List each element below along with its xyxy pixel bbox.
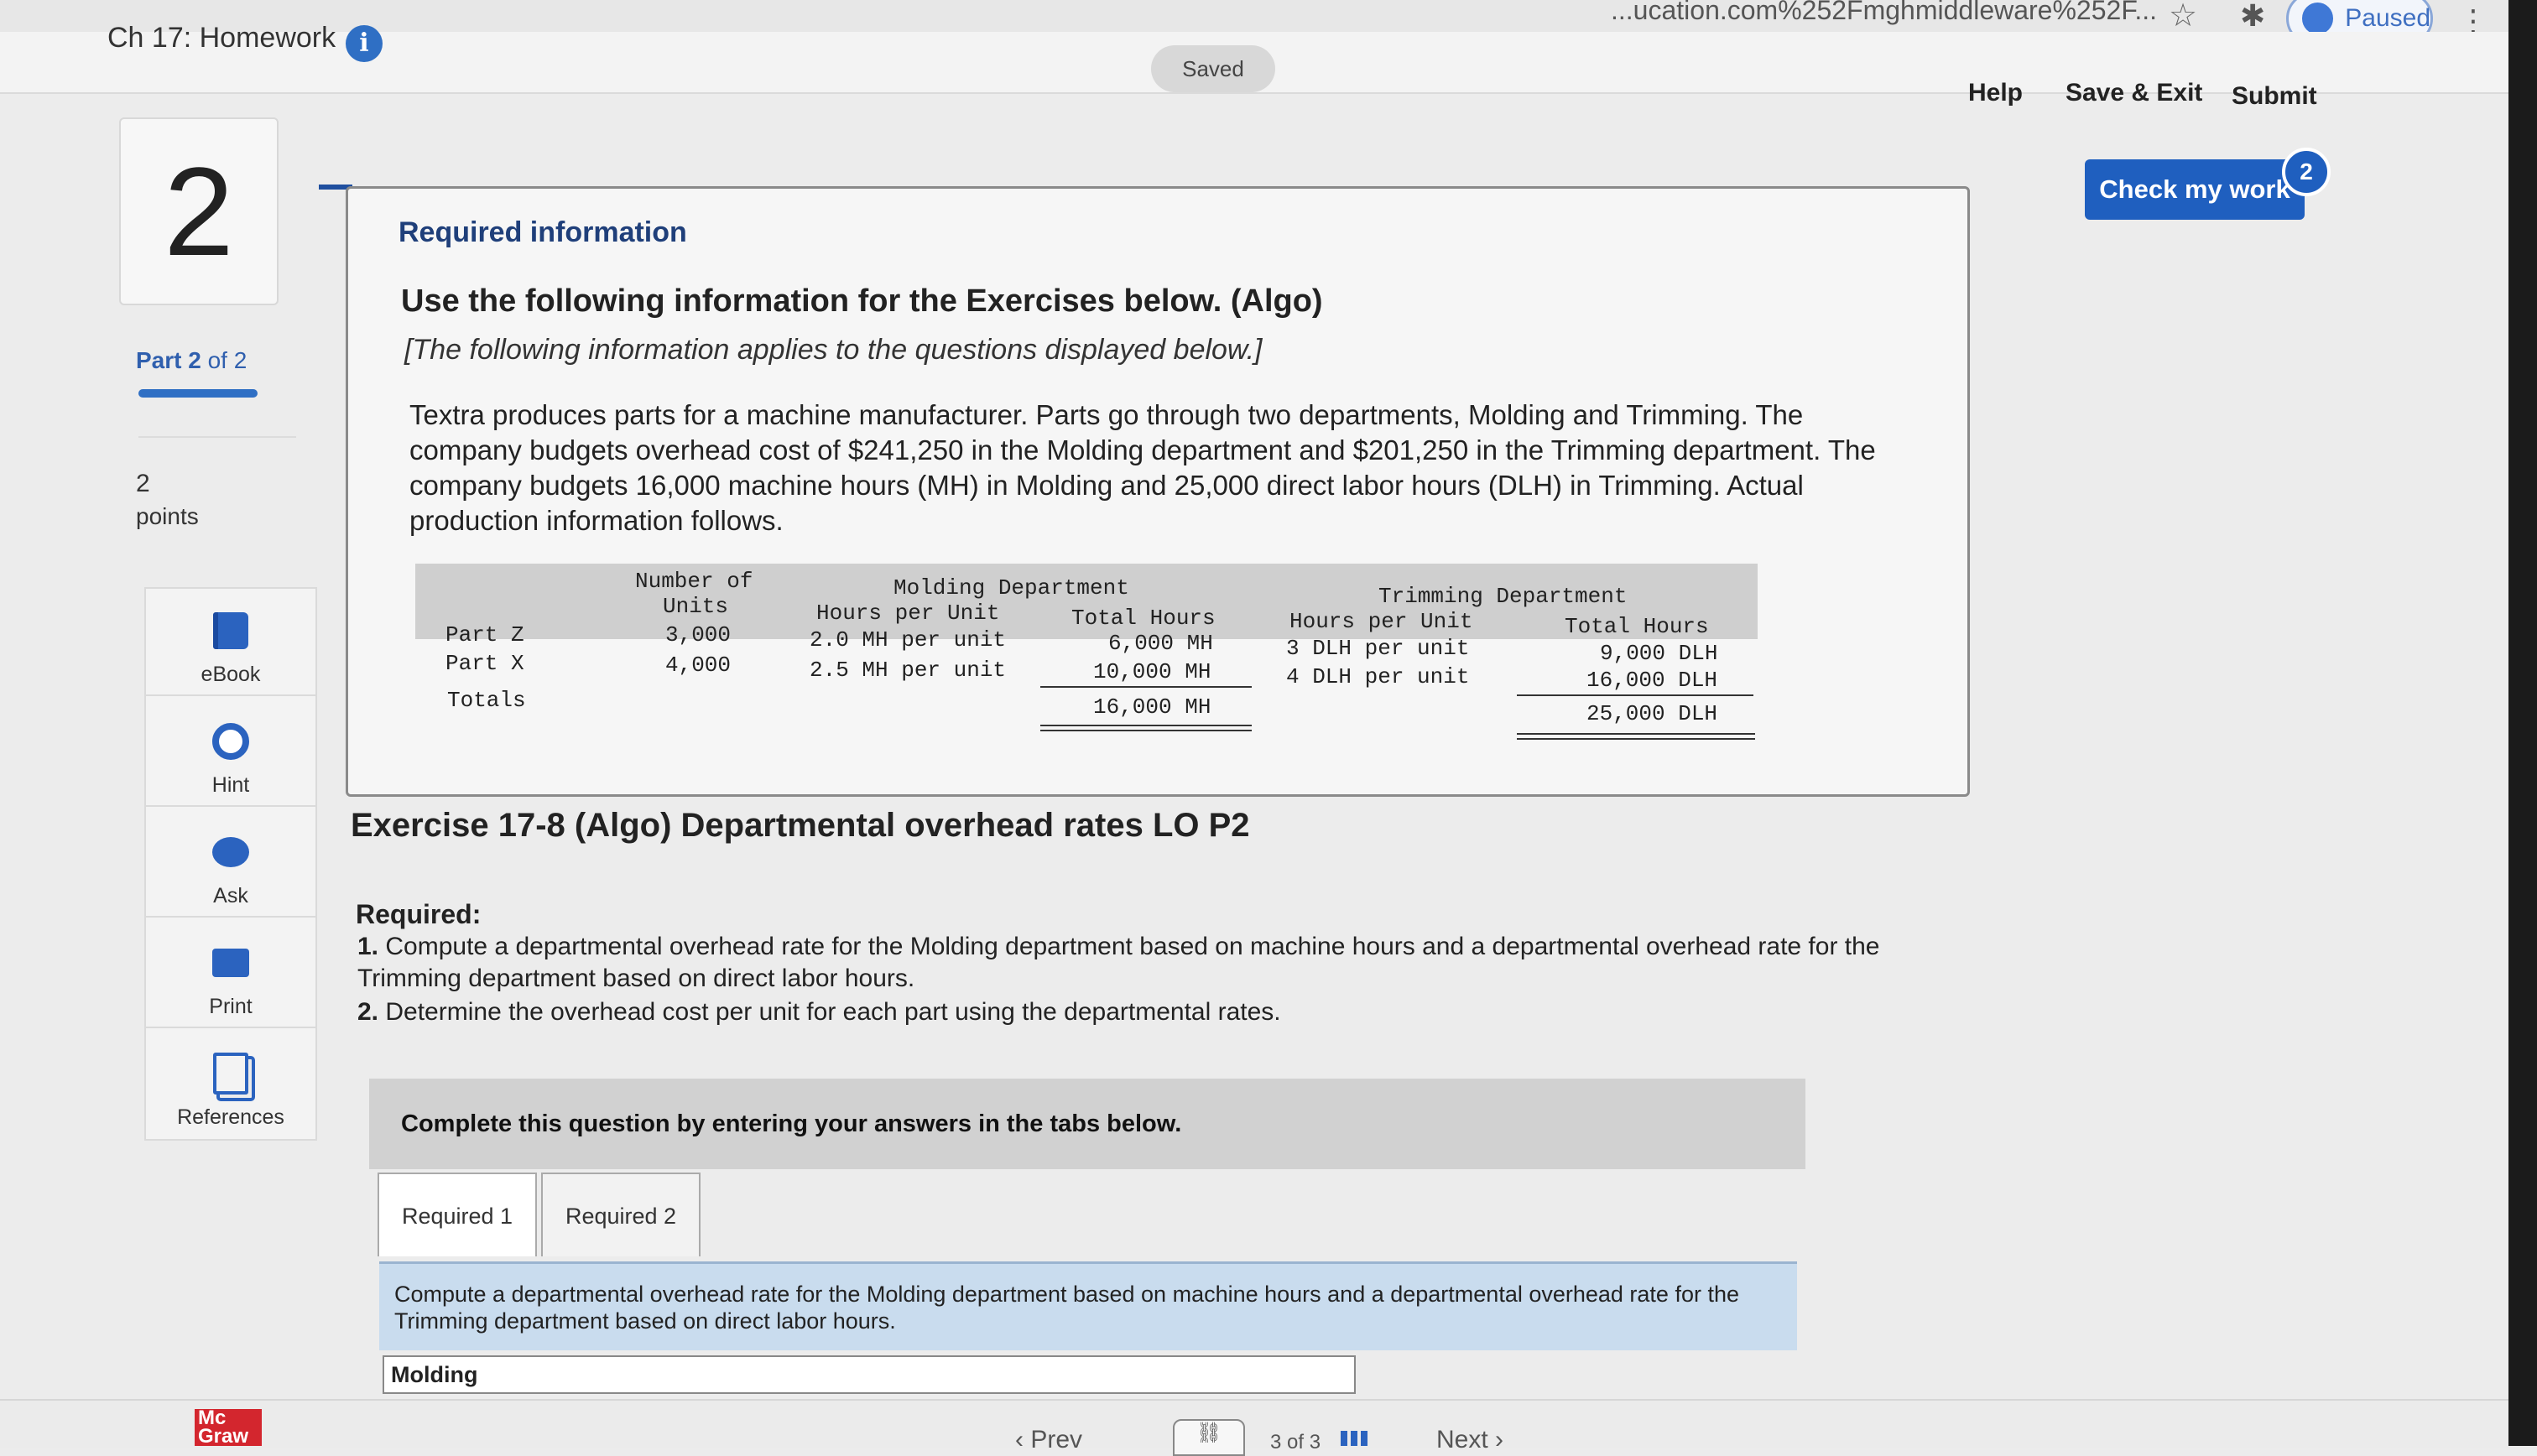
- molding-row-label: Molding: [383, 1355, 1356, 1394]
- saved-status-badge: Saved: [1151, 45, 1275, 92]
- exercise-info-heading: Use the following information for the Ex…: [401, 283, 1323, 319]
- assignment-title: Ch 17: Homework: [107, 22, 336, 54]
- link-icon[interactable]: ⛓: [1173, 1419, 1245, 1456]
- requirement-2-text: Determine the overhead cost per unit for…: [378, 998, 1281, 1026]
- required-heading: Required:: [356, 899, 482, 929]
- requirement-1: 1. Compute a departmental overhead rate …: [357, 931, 1951, 995]
- points-label: points: [136, 503, 199, 529]
- row-x-trimming-total: 16,000 DLH: [1586, 668, 1718, 693]
- submit-button[interactable]: Submit: [2232, 82, 2317, 111]
- row-x-part: Part X: [445, 651, 524, 676]
- prev-button[interactable]: ‹ Prev: [1015, 1426, 1082, 1454]
- row-z-part: Part Z: [445, 622, 524, 647]
- trimming-total-rule-1: [1517, 733, 1755, 735]
- row-x-trimming-rate: 4 DLH per unit: [1286, 664, 1470, 689]
- totals-label: Totals: [447, 688, 526, 713]
- tab-required-2[interactable]: Required 2: [541, 1173, 701, 1256]
- part-indicator: Part 2 of 2: [136, 347, 247, 374]
- page-indicator: 3 of 3: [1270, 1431, 1321, 1453]
- ebook-icon: [213, 612, 248, 649]
- row-z-molding-rate: 2.0 MH per unit: [810, 627, 1007, 653]
- hint-icon: [212, 723, 249, 760]
- ebook-button[interactable]: eBook: [146, 589, 315, 696]
- trimming-total-rule-2: [1517, 738, 1755, 740]
- col-units-header-2: Units: [663, 594, 729, 619]
- points-value: 2: [136, 470, 150, 497]
- ebook-label: eBook: [201, 663, 261, 686]
- part-current: Part 2: [136, 347, 201, 373]
- avatar-icon: [2302, 3, 2334, 34]
- molding-total-rule-2: [1040, 730, 1252, 731]
- trimming-total-value: 25,000 DLH: [1586, 701, 1718, 726]
- requirement-2: 2. Determine the overhead cost per unit …: [357, 996, 1951, 1028]
- molding-hpu-header: Hours per Unit: [816, 601, 1000, 626]
- molding-total-rule-1: [1040, 725, 1252, 726]
- col-units-header-1: Number of: [635, 569, 753, 594]
- browser-toolbar: ...ucation.com%252Fmghmiddleware%252F...…: [0, 0, 2537, 45]
- trimming-dept-header: Trimming Department: [1378, 584, 1628, 609]
- tab-required-1[interactable]: Required 1: [378, 1173, 537, 1256]
- ask-icon: [212, 837, 249, 867]
- print-label: Print: [209, 995, 253, 1018]
- required-information-heading: Required information: [399, 216, 687, 248]
- chevron-left-icon: ‹: [1015, 1426, 1031, 1453]
- row-x-molding-total: 10,000 MH: [1093, 659, 1211, 684]
- complete-question-banner: Complete this question by entering your …: [369, 1079, 1805, 1169]
- check-attempts-badge: 2: [2282, 148, 2331, 196]
- row-z-trimming-rate: 3 DLH per unit: [1286, 636, 1470, 661]
- hint-button[interactable]: Hint: [146, 699, 315, 807]
- mcgraw-hill-logo: Mc Graw: [195, 1408, 262, 1447]
- part-total: of 2: [201, 347, 247, 373]
- trimming-subtotal-rule: [1517, 694, 1753, 696]
- production-table: Number of Units Molding Department Trimm…: [415, 564, 1758, 741]
- applies-note: [The following information applies to th…: [404, 334, 1263, 366]
- question-grid-icon[interactable]: [1341, 1431, 1369, 1446]
- help-button[interactable]: Help: [1968, 79, 2023, 107]
- trimming-hpu-header: Hours per Unit: [1289, 609, 1473, 634]
- footer-navigation: [0, 1399, 2537, 1448]
- next-button[interactable]: Next ›: [1436, 1426, 1503, 1454]
- sidebar-divider: [138, 436, 296, 438]
- chevron-right-icon: ›: [1487, 1426, 1504, 1453]
- requirement-1-text: Compute a departmental overhead rate for…: [357, 933, 1880, 992]
- part-progress-bar: [138, 389, 258, 398]
- row-z-trimming-total: 9,000 DLH: [1600, 641, 1718, 666]
- bookmark-star-icon[interactable]: ☆: [2169, 0, 2197, 34]
- problem-paragraph: Textra produces parts for a machine manu…: [409, 399, 1876, 536]
- print-button[interactable]: Print: [146, 921, 315, 1028]
- molding-total-value: 16,000 MH: [1093, 694, 1211, 720]
- exercise-title: Exercise 17-8 (Algo) Departmental overhe…: [351, 807, 1250, 844]
- question-number-card: 2: [119, 117, 279, 305]
- tab-instruction: Compute a departmental overhead rate for…: [379, 1261, 1797, 1350]
- save-exit-button[interactable]: Save & Exit: [2066, 79, 2202, 107]
- next-label: Next: [1436, 1426, 1488, 1453]
- ask-label: Ask: [213, 884, 248, 907]
- requirement-2-number: 2.: [357, 998, 379, 1026]
- references-label: References: [177, 1105, 284, 1129]
- row-x-molding-rate: 2.5 MH per unit: [810, 658, 1007, 683]
- extensions-puzzle-icon[interactable]: ✱: [2240, 0, 2265, 34]
- address-bar[interactable]: ...ucation.com%252Fmghmiddleware%252F...: [1611, 0, 2157, 26]
- references-button[interactable]: References: [146, 1032, 315, 1139]
- molding-dept-header: Molding Department: [893, 575, 1129, 601]
- row-z-molding-total: 6,000 MH: [1108, 631, 1213, 656]
- profile-status: Paused: [2345, 4, 2430, 32]
- prev-label: Prev: [1030, 1426, 1083, 1453]
- row-x-units: 4,000: [665, 653, 732, 678]
- references-icon: [213, 1053, 248, 1095]
- hint-label: Hint: [211, 773, 250, 797]
- print-icon: [212, 949, 249, 977]
- tools-panel: eBook Hint Ask Print References: [144, 587, 317, 1141]
- check-my-work-button[interactable]: Check my work: [2085, 159, 2305, 220]
- ask-button[interactable]: Ask: [146, 810, 315, 918]
- requirement-1-number: 1.: [357, 933, 379, 960]
- molding-subtotal-rule: [1040, 686, 1252, 688]
- row-z-units: 3,000: [665, 622, 732, 647]
- trimming-total-header: Total Hours: [1565, 614, 1709, 639]
- info-icon[interactable]: i: [346, 25, 383, 62]
- screen-bezel: [2508, 0, 2537, 1446]
- molding-total-header: Total Hours: [1071, 606, 1216, 631]
